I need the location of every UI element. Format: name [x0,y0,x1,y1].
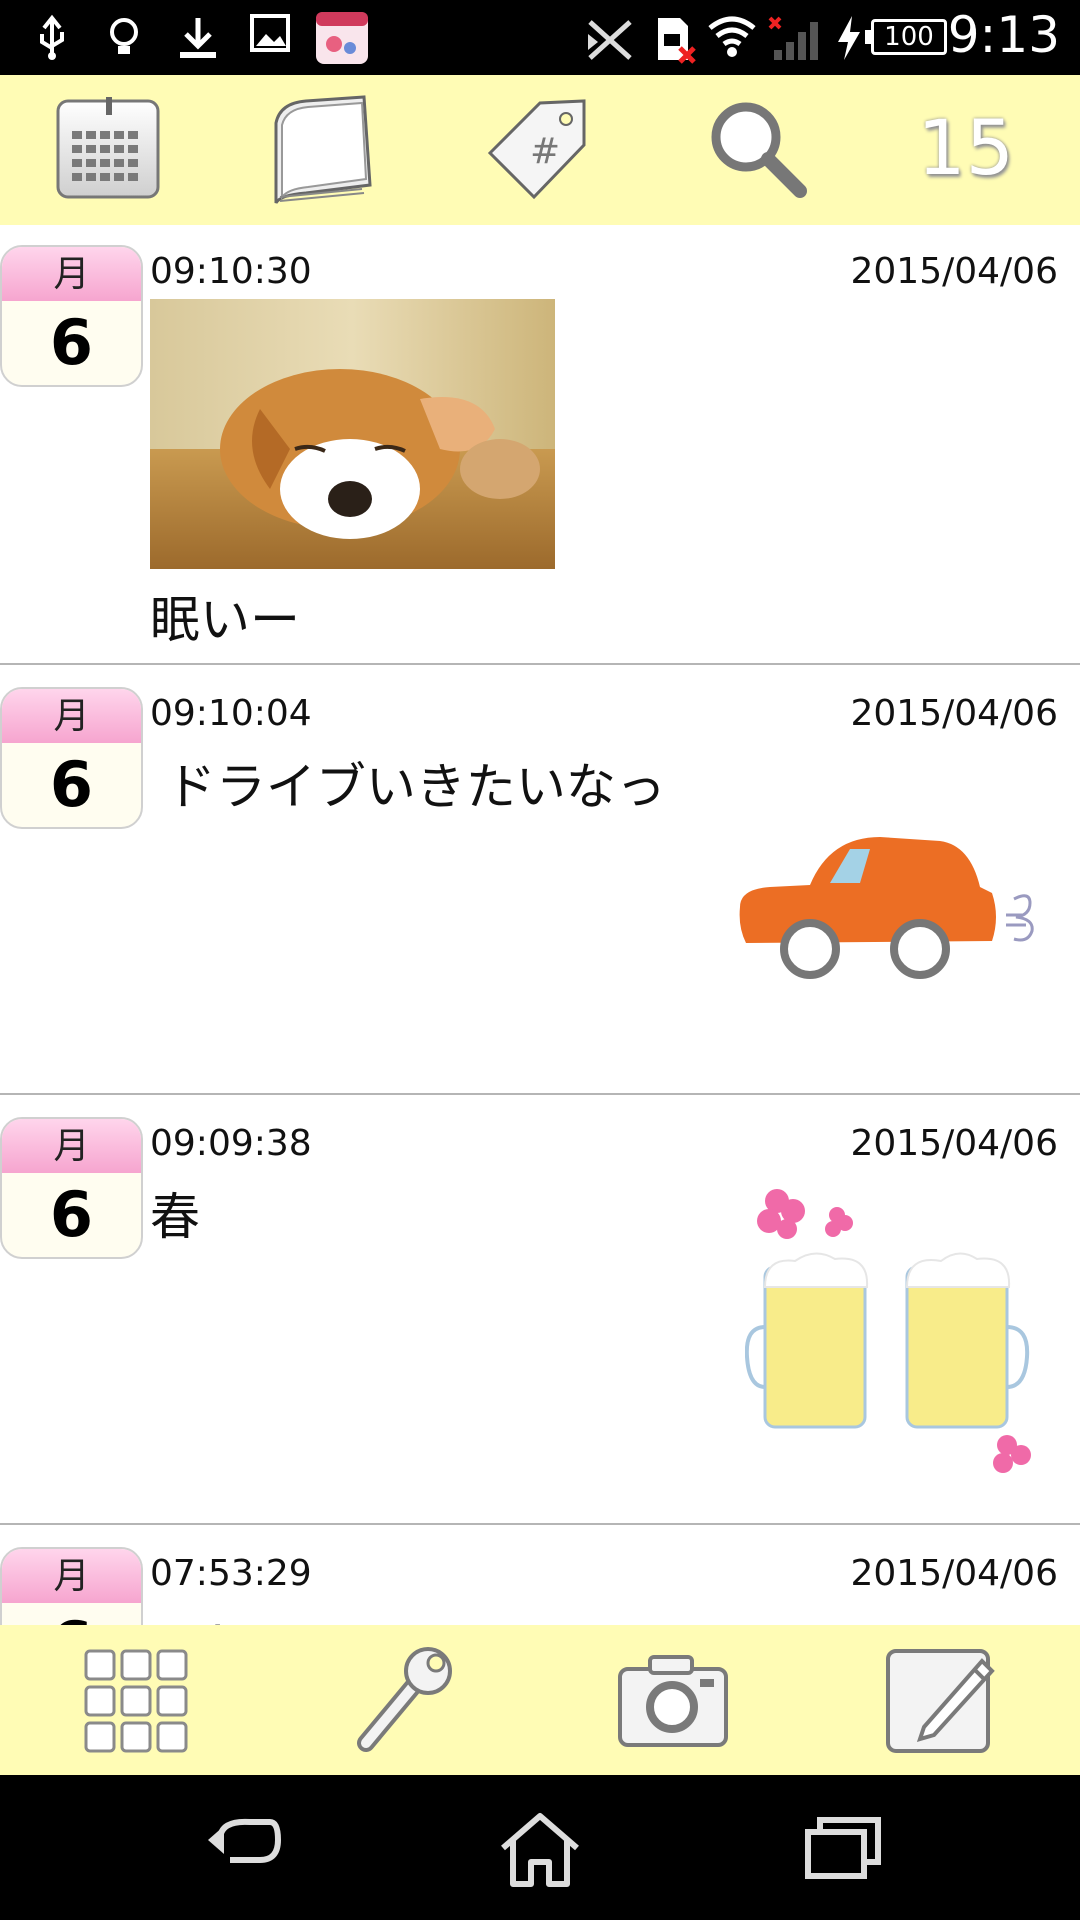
entry-time: 07:53:29 [150,1553,312,1594]
navigation-bar [0,1775,1080,1920]
list-item[interactable]: 月 6 09:10:04 2015/04/06 ドライブいきたいなっ [0,667,1080,1095]
battery-indicator: 100 [865,19,947,55]
date-badge: 月 6 [0,1547,143,1625]
entry-text: ドライブいきたいなっ [150,758,666,816]
list-item[interactable]: 月 6 07:53:29 2015/04/06 #ホ [0,1527,1080,1625]
entry-date: 2015/04/06 [850,1123,1059,1164]
list-item[interactable]: 月 6 09:10:30 2015/04/06 眠いー [0,225,1080,665]
entry-date: 2015/04/06 [850,693,1059,734]
status-bar: 100 9:13 [0,0,1080,75]
date-badge: 月 6 [0,245,143,387]
settings-wrench-icon[interactable] [346,1643,461,1758]
nfc-off-icon [588,20,632,60]
entry-time: 09:09:38 [150,1123,312,1164]
camera-icon[interactable] [616,1643,731,1758]
usb-icon [40,14,64,60]
recents-icon[interactable] [798,1810,888,1890]
sd-card-icon [658,18,696,64]
puppy-photo[interactable] [150,299,555,569]
diary-entry-list[interactable]: 月 6 09:10:30 2015/04/06 眠いー 月 6 09:10:04… [0,225,1080,1625]
calendar-icon[interactable] [52,93,167,208]
day-of-week: 月 [2,689,141,743]
app-calendar-icon [316,12,368,64]
back-icon[interactable] [200,1810,290,1890]
day-number: 6 [49,1178,94,1251]
day-of-week: 月 [2,1119,141,1173]
no-signal-icon [768,16,818,60]
search-icon[interactable] [700,93,815,208]
date-badge: 月 6 [0,1117,143,1259]
bulb-icon [110,18,138,54]
car-sticker[interactable] [730,827,1050,997]
download-icon [180,18,216,58]
day-number: 6 [2,1603,141,1625]
image-icon [250,14,290,52]
beer-sticker[interactable] [745,1177,1045,1487]
entry-text: #ホ [150,1607,242,1625]
bottom-toolbar [0,1625,1080,1775]
top-toolbar: # 15 [0,75,1080,225]
day-of-week: 月 [2,247,141,301]
grid-menu-icon[interactable] [78,1643,193,1758]
diary-book-icon[interactable] [266,93,381,208]
entry-text: 春 [150,1188,200,1246]
compose-pencil-icon[interactable] [884,1643,999,1758]
entry-date: 2015/04/06 [850,1553,1059,1594]
home-icon[interactable] [495,1810,585,1890]
entry-count: 15 [917,103,1014,192]
entry-text: 眠いー [150,591,300,649]
svg-text:#: # [530,131,560,172]
day-number: 6 [49,306,94,379]
wifi-icon [708,16,756,57]
clock: 9:13 [947,6,1060,64]
charging-icon [838,16,860,60]
date-badge: 月 6 [0,687,143,829]
entry-time: 09:10:30 [150,251,312,292]
day-of-week: 月 [2,1549,141,1603]
tag-icon[interactable]: # [480,93,595,208]
day-number: 6 [49,748,94,821]
list-item[interactable]: 月 6 09:09:38 2015/04/06 春 [0,1097,1080,1525]
entry-time: 09:10:04 [150,693,312,734]
entry-date: 2015/04/06 [850,251,1059,292]
